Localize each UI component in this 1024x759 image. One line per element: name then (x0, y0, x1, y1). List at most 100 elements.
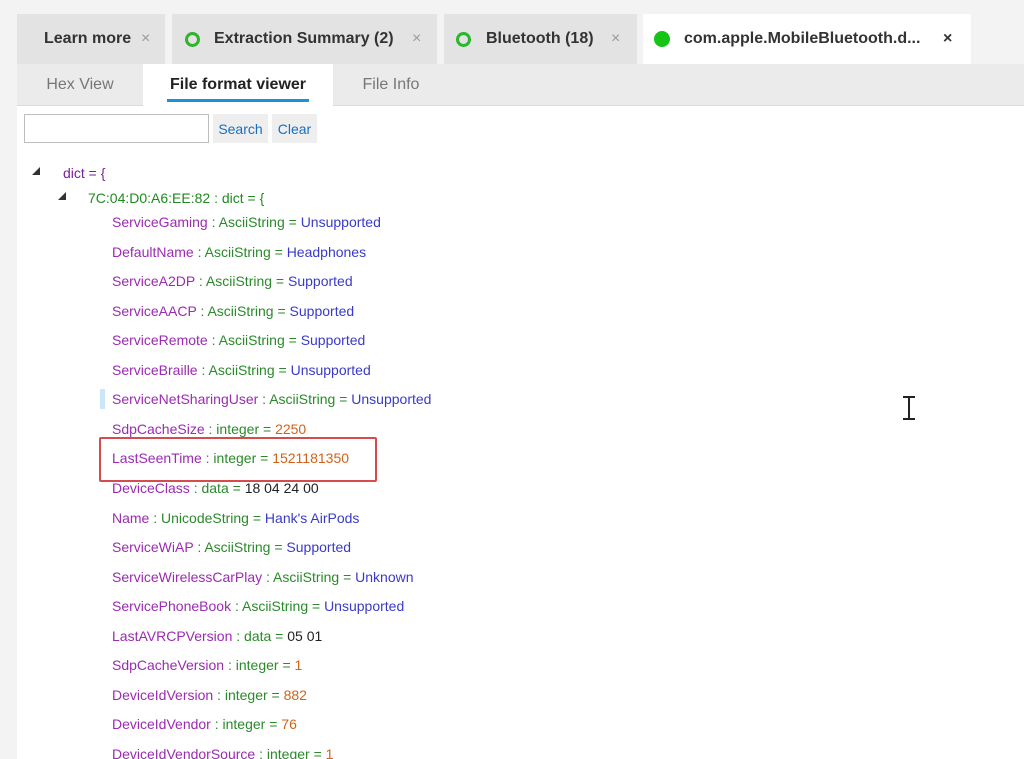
entry-type: : integer = (210, 716, 282, 733)
entry-type: : integer = (204, 420, 276, 437)
entry-key: ServiceBraille (112, 361, 198, 378)
entry-type: : AsciiString = (207, 214, 301, 230)
tree-entry[interactable]: ServiceRemote : AsciiString = Supported (112, 331, 365, 349)
window-top-strip (0, 0, 1024, 14)
entry-type: : data = (232, 627, 288, 644)
tree-root-node[interactable]: dict = { (63, 164, 105, 182)
entry-value: Supported (286, 539, 352, 556)
entry-value: Hank's AirPods (264, 509, 360, 526)
tab-hex-view[interactable]: Hex View (17, 64, 143, 106)
entry-value: 05 01 (287, 627, 323, 644)
active-tab-underline (167, 99, 309, 102)
tree-entry[interactable]: DeviceIdVendorSource : integer = 1 (112, 745, 333, 759)
entry-type: : integer = (213, 686, 284, 703)
entry-value: Unsupported (290, 361, 371, 378)
entry-value: Unsupported (324, 598, 405, 615)
entry-value: 882 (283, 686, 307, 703)
entry-type: : UnicodeString = (149, 509, 265, 526)
entry-key: Name (112, 509, 150, 526)
entry-type: : AsciiString = (196, 302, 290, 319)
entry-key: LastAVRCPVersion (112, 627, 233, 644)
tab-bluetooth[interactable]: Bluetooth (18) × (444, 14, 637, 64)
entry-key: ServiceRemote (112, 332, 208, 349)
tree-entry[interactable]: DeviceIdVendor : integer = 76 (112, 715, 297, 733)
entry-key: DeviceClass (112, 479, 190, 496)
entry-type: : integer = (255, 745, 326, 759)
entry-key: ServiceA2DP (112, 273, 196, 290)
entry-type: : integer = (224, 657, 295, 674)
left-gutter (0, 14, 17, 759)
tab-label: Hex View (46, 76, 114, 93)
tab-label: Extraction Summary (2) (214, 30, 394, 47)
entry-type: : AsciiString = (193, 243, 287, 260)
entry-type: : AsciiString = (258, 391, 352, 408)
entry-key: DefaultName (112, 243, 194, 260)
tree-entry[interactable]: ServiceAACP : AsciiString = Supported (112, 302, 354, 320)
entry-value: Supported (300, 332, 366, 349)
entry-value: Unsupported (351, 391, 432, 408)
entry-value: 2250 (275, 420, 307, 437)
close-icon[interactable]: × (412, 30, 421, 48)
entry-value: Unsupported (300, 214, 381, 230)
tab-mobilebluetooth-plist[interactable]: com.apple.MobileBluetooth.d... × (643, 14, 971, 64)
tree-entry[interactable]: ServiceWiAP : AsciiString = Supported (112, 538, 351, 556)
tree-entry[interactable]: ServicePhoneBook : AsciiString = Unsuppo… (112, 597, 404, 615)
entry-value: 1 (325, 745, 334, 759)
entry-value: 76 (281, 716, 297, 733)
entry-key: DeviceIdVersion (112, 686, 214, 703)
clear-button[interactable]: Clear (272, 114, 317, 143)
entry-key: SdpCacheVersion (112, 657, 225, 674)
selection-marker (100, 389, 105, 409)
entry-type: : AsciiString = (193, 539, 287, 556)
entry-type: : AsciiString = (197, 361, 291, 378)
collapse-triangle-icon[interactable] (32, 167, 40, 175)
tree-entry[interactable]: DefaultName : AsciiString = Headphones (112, 243, 366, 261)
tree-entry[interactable]: SdpCacheSize : integer = 2250 (112, 420, 306, 438)
tab-file-format-viewer[interactable]: File format viewer (143, 64, 333, 106)
tab-label: com.apple.MobileBluetooth.d... (684, 30, 921, 47)
entry-key: ServiceWirelessCarPlay (112, 568, 263, 585)
tree-device-node[interactable]: 7C:04:D0:A6:EE:82 : dict = { (88, 189, 264, 207)
close-icon[interactable]: × (611, 30, 620, 48)
tab-learn-more[interactable]: Learn more × (17, 14, 165, 64)
entry-value: Headphones (286, 243, 367, 260)
entry-key: DeviceIdVendorSource (112, 745, 256, 759)
entry-type: : AsciiString = (262, 568, 356, 585)
green-ring-icon (456, 32, 471, 47)
tree-entry[interactable]: Name : UnicodeString = Hank's AirPods (112, 509, 359, 527)
tree-entry[interactable]: ServiceWirelessCarPlay : AsciiString = U… (112, 568, 414, 586)
tree-entry[interactable]: ServiceBraille : AsciiString = Unsupport… (112, 361, 371, 379)
entry-value: 18 04 24 00 (244, 479, 319, 496)
close-icon[interactable]: × (943, 30, 952, 48)
document-tab-bar: Learn more × Extraction Summary (2) × Bl… (17, 14, 1024, 64)
tab-label: File Info (362, 76, 420, 93)
entry-type: : AsciiString = (195, 273, 288, 290)
green-dot-icon (654, 31, 670, 47)
entry-key: ServiceNetSharingUser (112, 391, 259, 408)
tree-entry[interactable]: LastAVRCPVersion : data = 05 01 (112, 627, 322, 645)
tree-entry[interactable]: ServiceNetSharingUser : AsciiString = Un… (112, 390, 431, 408)
tab-label: Bluetooth (18) (486, 30, 594, 47)
viewer-tab-bar: Hex View File format viewer File Info (17, 64, 1024, 106)
tab-extraction-summary[interactable]: Extraction Summary (2) × (172, 14, 437, 64)
entry-type: : AsciiString = (207, 332, 301, 349)
tree-entry[interactable]: ServiceA2DP : AsciiString = Supported (112, 272, 353, 290)
entry-value: Supported (289, 302, 355, 319)
entry-type: : AsciiString = (231, 598, 325, 615)
tree-entry[interactable]: DeviceIdVersion : integer = 882 (112, 686, 307, 704)
tab-label: Learn more (44, 30, 132, 47)
entry-key: ServiceWiAP (112, 539, 194, 556)
text-cursor-icon (902, 396, 916, 420)
entry-key: DeviceIdVendor (112, 716, 211, 733)
search-input[interactable] (24, 114, 209, 143)
collapse-triangle-icon[interactable] (58, 192, 66, 200)
tree-entry[interactable]: ServiceGaming : AsciiString = Unsupporte… (112, 213, 381, 231)
search-button[interactable]: Search (213, 114, 268, 143)
tree-entry[interactable]: SdpCacheVersion : integer = 1 (112, 656, 302, 674)
entry-key: SdpCacheSize (112, 420, 205, 437)
green-ring-icon (185, 32, 200, 47)
tab-file-info[interactable]: File Info (333, 64, 449, 106)
highlight-box (99, 437, 377, 482)
entry-value: Supported (288, 273, 353, 290)
close-icon[interactable]: × (141, 30, 150, 48)
